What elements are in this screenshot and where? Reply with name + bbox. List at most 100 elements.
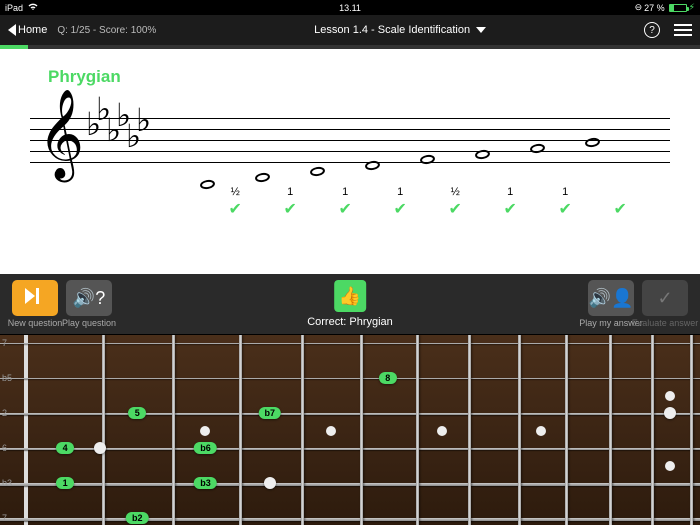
- status-bar: iPad 13.11 ⊖ 27 % ⚡︎: [0, 0, 700, 15]
- play-my-answer-button[interactable]: 🔊👤 Play my answer: [588, 280, 634, 328]
- inlay-dot: [665, 391, 675, 401]
- scale-name-label: Phrygian: [48, 67, 670, 87]
- help-button[interactable]: ?: [644, 22, 660, 38]
- interval-item: 1✔: [339, 186, 352, 219]
- fret: [468, 335, 471, 525]
- home-button[interactable]: Home: [8, 24, 47, 36]
- progress-text: Q: 1/25 - Score: 100%: [57, 25, 156, 36]
- lesson-title: Lesson 1.4 - Scale Identification: [314, 24, 470, 36]
- fret: [102, 335, 105, 525]
- interval-item: 1✔: [394, 186, 407, 219]
- fret-marker[interactable]: [264, 477, 276, 489]
- check-icon: ✔: [614, 199, 627, 219]
- string-label: b5: [2, 373, 12, 383]
- inlay-dot: [665, 461, 675, 471]
- battery-icon: [669, 4, 687, 12]
- evaluate-label: Evaluate answer: [632, 318, 699, 328]
- fret: [360, 335, 363, 525]
- check-icon: ✔: [504, 199, 517, 219]
- note: [254, 172, 270, 183]
- lesson-selector[interactable]: Lesson 1.4 - Scale Identification: [166, 24, 634, 36]
- fret: [565, 335, 568, 525]
- new-question-label: New question: [8, 318, 63, 328]
- chevron-left-icon: [8, 24, 16, 36]
- interval-label: ½: [231, 186, 240, 198]
- note: [309, 166, 325, 177]
- orientation-lock-icon: ⊖: [635, 2, 643, 13]
- evaluate-button[interactable]: ✓ Evaluate answer: [642, 280, 688, 328]
- interval-item: 1✔: [559, 186, 572, 219]
- fret: [416, 335, 419, 525]
- inlay-dot: [200, 426, 210, 436]
- check-icon: ✔: [229, 199, 242, 219]
- inlay-dot: [536, 426, 546, 436]
- control-bar: New question 🔊? Play question 👍 Correct:…: [0, 274, 700, 334]
- interval-item: ½✔: [229, 186, 242, 219]
- string-label: b3: [2, 478, 12, 488]
- interval-item: ½✔: [449, 186, 462, 219]
- clock: 13.11: [235, 3, 465, 13]
- result-display: 👍 Correct: Phrygian: [307, 280, 393, 328]
- play-question-button[interactable]: 🔊? Play question: [66, 280, 112, 328]
- speaker-user-icon: 🔊👤: [589, 288, 634, 309]
- fret-note[interactable]: b2: [126, 512, 149, 524]
- fret-note[interactable]: 4: [56, 442, 74, 454]
- home-label: Home: [18, 24, 47, 36]
- nut: [24, 335, 28, 525]
- fret: [172, 335, 175, 525]
- notation-view: Phrygian 𝄞 ♭ ♭ ♭ ♭ ♭ ♭ ½✔1✔1✔1✔½✔1✔1✔ ✔: [0, 49, 700, 274]
- interval-label: 1: [397, 186, 403, 198]
- fret-note[interactable]: 1: [56, 477, 74, 489]
- treble-clef-icon: 𝄞: [38, 95, 84, 173]
- charging-icon: ⚡︎: [689, 2, 695, 13]
- fret-marker[interactable]: [94, 442, 106, 454]
- string-label: 7: [2, 338, 7, 348]
- wifi-icon: [27, 2, 39, 13]
- fret-note[interactable]: b7: [259, 407, 282, 419]
- fret: [518, 335, 521, 525]
- fret: [609, 335, 612, 525]
- intervals-row: ½✔1✔1✔1✔½✔1✔1✔ ✔: [200, 186, 650, 216]
- interval-label: 1: [342, 186, 348, 198]
- fret: [301, 335, 304, 525]
- menu-button[interactable]: [674, 24, 692, 36]
- fret-marker[interactable]: [664, 407, 676, 419]
- new-question-button[interactable]: New question: [12, 280, 58, 328]
- string-label: 2: [2, 408, 7, 418]
- fret-note[interactable]: b3: [194, 477, 217, 489]
- chevron-down-icon: [476, 27, 486, 33]
- inlay-dot: [326, 426, 336, 436]
- device-label: iPad: [5, 3, 23, 13]
- note: [419, 154, 435, 165]
- interval-label: 1: [287, 186, 293, 198]
- note: [584, 137, 600, 148]
- play-question-label: Play question: [62, 318, 116, 328]
- note: [529, 143, 545, 154]
- fret-note[interactable]: b6: [194, 442, 217, 454]
- battery-text: 27 %: [644, 3, 665, 13]
- check-icon: ✔: [394, 199, 407, 219]
- fret: [690, 335, 693, 525]
- note: [364, 160, 380, 171]
- inlay-dot: [437, 426, 447, 436]
- interval-label: ½: [451, 186, 460, 198]
- fret: [239, 335, 242, 525]
- nav-bar: Home Q: 1/25 - Score: 100% Lesson 1.4 - …: [0, 15, 700, 45]
- check-icon: ✔: [284, 199, 297, 219]
- string-label: 6: [2, 443, 7, 453]
- help-icon: ?: [649, 25, 655, 36]
- thumbs-up-icon: 👍: [334, 280, 366, 312]
- fret-note[interactable]: 8: [379, 372, 397, 384]
- check-icon: ✔: [559, 199, 572, 219]
- fret: [651, 335, 654, 525]
- interval-item: 1✔: [284, 186, 297, 219]
- interval-item: 1✔: [504, 186, 517, 219]
- fret-note[interactable]: 5: [128, 407, 146, 419]
- check-icon: ✓: [657, 288, 672, 309]
- note: [474, 149, 490, 160]
- fretboard[interactable]: 7 b5 2 6 b3 7 1 4 b2 5 b3 b6 b7 8: [0, 334, 700, 525]
- speaker-question-icon: 🔊?: [73, 288, 105, 309]
- interval-label: 1: [562, 186, 568, 198]
- interval-item: ✔: [614, 186, 627, 219]
- string-label: 7: [2, 513, 7, 523]
